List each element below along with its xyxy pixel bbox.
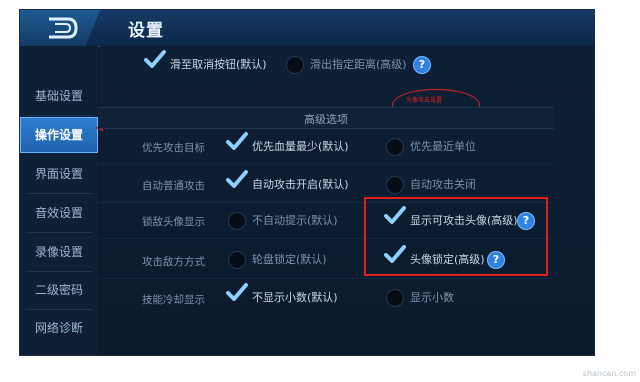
radio-unselected — [286, 56, 304, 74]
sidebar: 基础设置 操作设置 界面设置 音效设置 录像设置 二级密码 网络诊断 — [20, 46, 98, 355]
back-logo-icon — [49, 17, 78, 39]
radio-unselected — [228, 251, 246, 269]
checkmark-icon — [144, 50, 166, 68]
watermark: shancan.com — [582, 369, 636, 378]
section-advanced-header: 高级选项 — [98, 107, 554, 129]
row-divider — [98, 278, 554, 279]
annotation-text: 头像攻击设置 — [406, 97, 443, 104]
header-bar: 设置 — [20, 10, 594, 47]
sidebar-divider — [26, 193, 92, 194]
checkmark-icon — [226, 283, 248, 301]
radio-unselected — [228, 212, 246, 230]
radio-unselected — [386, 289, 404, 307]
sidebar-item-controls[interactable]: 操作设置 — [20, 117, 98, 153]
row-divider — [98, 164, 554, 165]
sidebar-item-replay[interactable]: 录像设置 — [20, 234, 98, 270]
row-label-lock-avatar: 锁敌头像显示 — [142, 216, 205, 228]
back-button[interactable] — [20, 10, 100, 46]
sidebar-divider — [26, 232, 92, 233]
sidebar-item-interface[interactable]: 界面设置 — [20, 156, 98, 192]
sidebar-item-sound[interactable]: 音效设置 — [20, 195, 98, 231]
sidebar-item-network[interactable]: 网络诊断 — [20, 310, 98, 346]
checkmark-icon — [226, 132, 248, 150]
row-label-cooldown-display: 技能冷却显示 — [142, 294, 205, 306]
annotation-highlight-box — [364, 197, 548, 276]
checkmark-icon — [226, 170, 248, 188]
page-title: 设置 — [128, 21, 164, 41]
sidebar-item-password[interactable]: 二级密码 — [20, 272, 98, 308]
sidebar-item-basic[interactable]: 基础设置 — [20, 78, 98, 114]
radio-unselected — [386, 138, 404, 156]
row-label-auto-attack: 自动普通攻击 — [142, 180, 205, 192]
row-label-target-priority: 优先攻击目标 — [142, 142, 205, 154]
sidebar-divider — [26, 115, 92, 116]
help-icon[interactable]: ? — [414, 57, 430, 73]
row-label-attack-mode: 攻击敌方方式 — [142, 256, 205, 268]
radio-unselected — [386, 176, 404, 194]
